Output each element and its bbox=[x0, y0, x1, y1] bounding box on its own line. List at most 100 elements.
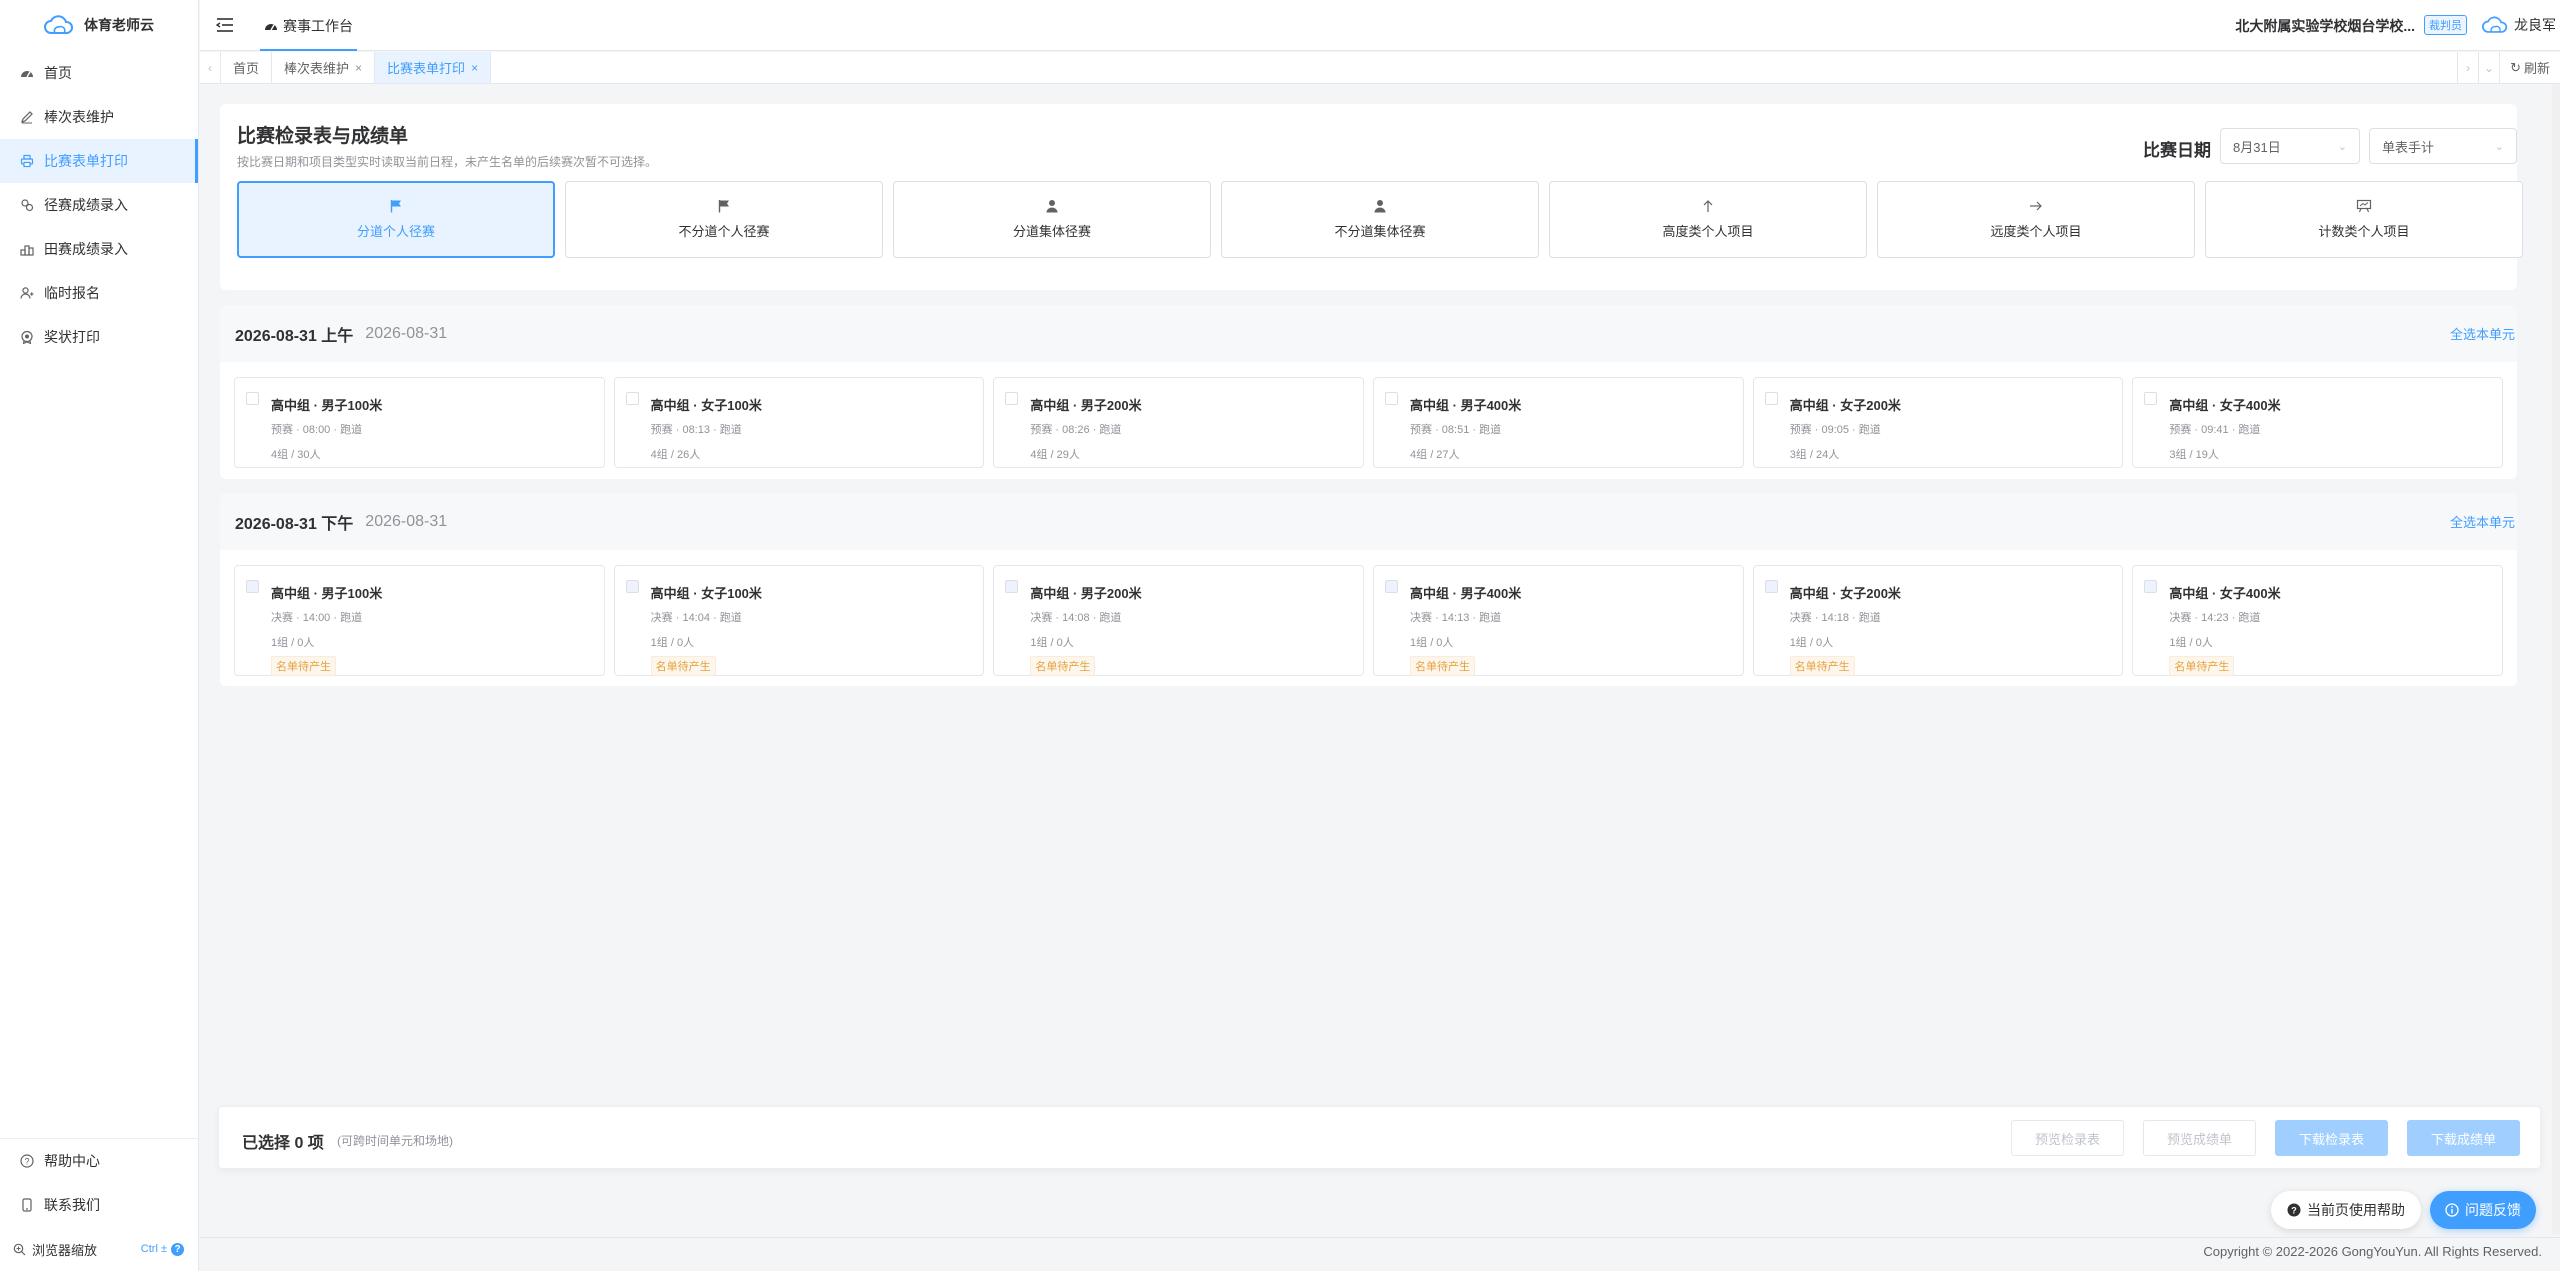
unit-checkbox[interactable] bbox=[246, 392, 259, 405]
sidebar-item-0[interactable]: 首页 bbox=[0, 51, 198, 95]
sidebar-item-5[interactable]: 临时报名 bbox=[0, 271, 198, 315]
unit-checkbox[interactable] bbox=[246, 580, 259, 593]
unit-checkbox[interactable] bbox=[1764, 392, 1778, 405]
session-title: 2026-08-31 下午 bbox=[235, 515, 354, 533]
unit-card[interactable]: 高中组 · 男子100米 预赛 · 08:00 · 跑道 4组 / 30人 bbox=[234, 377, 605, 468]
page-help-label: 当前页使用帮助 bbox=[2307, 1202, 2405, 1218]
page-scrollbar[interactable] bbox=[2552, 84, 2560, 1234]
select-all-link[interactable]: 全选本单元 bbox=[2450, 324, 2517, 343]
preview-result-button[interactable]: 预览成绩单 bbox=[2143, 1120, 2256, 1156]
user-add-icon bbox=[19, 285, 35, 301]
unit-card[interactable]: 高中组 · 女子400米 决赛 · 14:23 · 跑道 1组 / 0人 名单待产生 bbox=[2132, 565, 2504, 676]
role-badge: 裁判员 bbox=[2424, 15, 2467, 35]
sidebar: 体育老师云 首页 棒次表维护 比赛表单打印 径赛成绩录入 田赛成绩录入 临时报名 奖状打印 … bbox=[0, 0, 199, 1271]
unit-stat: 3组 / 24人 bbox=[1789, 449, 1840, 461]
tabs-scroll-left-icon[interactable]: ‹ bbox=[200, 52, 221, 83]
sidebar-item-1[interactable]: 棒次表维护 bbox=[0, 95, 198, 139]
sidebar-item-6[interactable]: 奖状打印 bbox=[0, 315, 198, 359]
unit-checkbox[interactable] bbox=[1385, 392, 1399, 405]
print-mode-select[interactable]: 单表手计 ⌄ bbox=[2369, 128, 2517, 164]
session-afternoon: 2026-08-31 下午 2026-08-31 全选本单元 高中组 · 男子100米… bbox=[220, 493, 2517, 686]
unit-meta: 决赛 · 14:04 · 跑道 bbox=[650, 612, 742, 624]
flag-icon bbox=[717, 199, 731, 213]
event-type-button-5[interactable]: 远度类个人项目 bbox=[1877, 181, 2195, 258]
unit-meta: 决赛 · 14:18 · 跑道 bbox=[1789, 612, 1881, 624]
app-name: 体育老师云 bbox=[84, 16, 154, 33]
organization-name[interactable]: 北大附属实验学校烟台学校... bbox=[2235, 16, 2415, 36]
close-icon[interactable]: × bbox=[355, 61, 362, 75]
app-logo[interactable]: 体育老师云 bbox=[0, 0, 198, 49]
unit-checkbox[interactable] bbox=[1005, 580, 1019, 593]
unit-card[interactable]: 高中组 · 女子200米 决赛 · 14:18 · 跑道 1组 / 0人 名单待产生 bbox=[1752, 565, 2124, 676]
unit-checkbox[interactable] bbox=[2144, 392, 2158, 405]
tabs-bar: ‹ 首页 棒次表维护 × 比赛表单打印 × › ⌄ ↻ 刷新 bbox=[200, 52, 2560, 84]
unit-meta: 决赛 · 14:23 · 跑道 bbox=[2169, 612, 2261, 624]
tabs-scroll-right-icon[interactable]: › bbox=[2457, 52, 2478, 83]
refresh-icon: ↻ bbox=[2510, 59, 2521, 75]
unit-card[interactable]: 高中组 · 女子100米 预赛 · 08:13 · 跑道 4组 / 26人 bbox=[613, 377, 985, 468]
event-type-button-0[interactable]: 分道个人径赛 bbox=[237, 181, 555, 258]
unit-card[interactable]: 高中组 · 男子100米 决赛 · 14:00 · 跑道 1组 / 0人 名单待产生 bbox=[234, 565, 605, 676]
help-center-link[interactable]: ? 帮助中心 bbox=[0, 1139, 198, 1183]
browser-zoom-label: 浏览器缩放 bbox=[32, 1242, 98, 1258]
unit-card[interactable]: 高中组 · 女子100米 决赛 · 14:04 · 跑道 1组 / 0人 名单待产生 bbox=[613, 565, 985, 676]
unit-name: 高中组 · 女子400米 bbox=[2169, 398, 2281, 413]
workbench-nav[interactable]: 赛事工作台 bbox=[260, 0, 357, 51]
zoom-shortcut-text: Ctrl ± bbox=[140, 1243, 167, 1255]
unit-card[interactable]: 高中组 · 男子400米 预赛 · 08:51 · 跑道 4组 / 27人 bbox=[1373, 377, 1744, 468]
event-type-button-3[interactable]: 不分道集体径赛 bbox=[1221, 181, 1539, 258]
session-morning: 2026-08-31 上午 2026-08-31 全选本单元 高中组 · 男子100米… bbox=[220, 305, 2517, 479]
unit-checkbox[interactable] bbox=[625, 392, 639, 405]
field-icon bbox=[19, 241, 35, 257]
unit-list: 高中组 · 男子100米 决赛 · 14:00 · 跑道 1组 / 0人 名单待产生高… bbox=[220, 550, 2517, 676]
page-help-button[interactable]: ? 当前页使用帮助 bbox=[2271, 1191, 2421, 1229]
unit-stat: 4组 / 27人 bbox=[1410, 449, 1460, 461]
status-badge: 名单待产生 bbox=[271, 656, 336, 676]
tabs-dropdown-icon[interactable]: ⌄ bbox=[2478, 52, 2499, 83]
date-select[interactable]: 8月31日 ⌄ bbox=[2220, 128, 2360, 164]
download-checkin-button[interactable]: 下载检录表 bbox=[2275, 1120, 2388, 1156]
tab-2[interactable]: 比赛表单打印 × bbox=[375, 52, 492, 83]
unit-checkbox[interactable] bbox=[2144, 580, 2158, 593]
event-type-label: 分道个人径赛 bbox=[356, 224, 435, 239]
unit-meta: 预赛 · 09:05 · 跑道 bbox=[1789, 424, 1881, 436]
menu-toggle-icon[interactable] bbox=[216, 16, 234, 34]
unit-checkbox[interactable] bbox=[1385, 580, 1399, 593]
feedback-button[interactable]: 问题反馈 bbox=[2430, 1191, 2536, 1229]
contact-us-label: 联系我们 bbox=[44, 1197, 100, 1213]
tab-1[interactable]: 棒次表维护 × bbox=[272, 52, 376, 83]
contact-us-link[interactable]: 联系我们 bbox=[0, 1183, 198, 1227]
download-result-button[interactable]: 下载成绩单 bbox=[2407, 1120, 2520, 1156]
workbench-label: 赛事工作台 bbox=[283, 17, 353, 34]
event-type-button-2[interactable]: 分道集体径赛 bbox=[893, 181, 1211, 258]
unit-checkbox[interactable] bbox=[1005, 392, 1019, 405]
event-type-button-6[interactable]: 计数类个人项目 bbox=[2205, 181, 2523, 258]
close-icon[interactable]: × bbox=[471, 61, 478, 75]
unit-checkbox[interactable] bbox=[1764, 580, 1778, 593]
unit-card[interactable]: 高中组 · 女子200米 预赛 · 09:05 · 跑道 3组 / 24人 bbox=[1752, 377, 2124, 468]
unit-card[interactable]: 高中组 · 男子200米 决赛 · 14:08 · 跑道 1组 / 0人 名单待产生 bbox=[993, 565, 1365, 676]
unit-name: 高中组 · 男子400米 bbox=[1410, 586, 1522, 601]
refresh-button[interactable]: ↻ 刷新 bbox=[2499, 52, 2560, 83]
sidebar-item-2[interactable]: 比赛表单打印 bbox=[0, 139, 198, 183]
event-type-button-4[interactable]: 高度类个人项目 bbox=[1549, 181, 1867, 258]
browser-zoom-row[interactable]: 浏览器缩放 Ctrl ± ? bbox=[0, 1227, 198, 1271]
event-type-button-1[interactable]: 不分道个人径赛 bbox=[565, 181, 883, 258]
sidebar-item-3[interactable]: 径赛成绩录入 bbox=[0, 183, 198, 227]
unit-card[interactable]: 高中组 · 男子200米 预赛 · 08:26 · 跑道 4组 / 29人 bbox=[993, 377, 1365, 468]
date-select-value: 8月31日 bbox=[2233, 139, 2281, 155]
unit-stat: 1组 / 0人 bbox=[271, 637, 315, 649]
sidebar-item-4[interactable]: 田赛成绩录入 bbox=[0, 227, 198, 271]
unit-checkbox[interactable] bbox=[625, 580, 639, 593]
preview-checkin-button[interactable]: 预览检录表 bbox=[2011, 1120, 2124, 1156]
cloud-logo-icon bbox=[44, 14, 74, 35]
unit-card[interactable]: 高中组 · 女子400米 预赛 · 09:41 · 跑道 3组 / 19人 bbox=[2132, 377, 2504, 468]
edit-icon bbox=[19, 109, 35, 125]
help-filled-icon: ? bbox=[2287, 1203, 2301, 1217]
unit-card[interactable]: 高中组 · 男子400米 决赛 · 14:13 · 跑道 1组 / 0人 名单待产生 bbox=[1373, 565, 1744, 676]
question-icon[interactable]: ? bbox=[171, 1242, 184, 1256]
select-all-link[interactable]: 全选本单元 bbox=[2450, 512, 2517, 531]
user-menu[interactable]: 龙良军 bbox=[2482, 15, 2556, 35]
event-type-group: 分道个人径赛 不分道个人径赛 分道集体径赛 不分道集体径赛 高度类个人项目 远度类个人项目… bbox=[237, 181, 2523, 258]
tab-0[interactable]: 首页 bbox=[221, 52, 273, 83]
